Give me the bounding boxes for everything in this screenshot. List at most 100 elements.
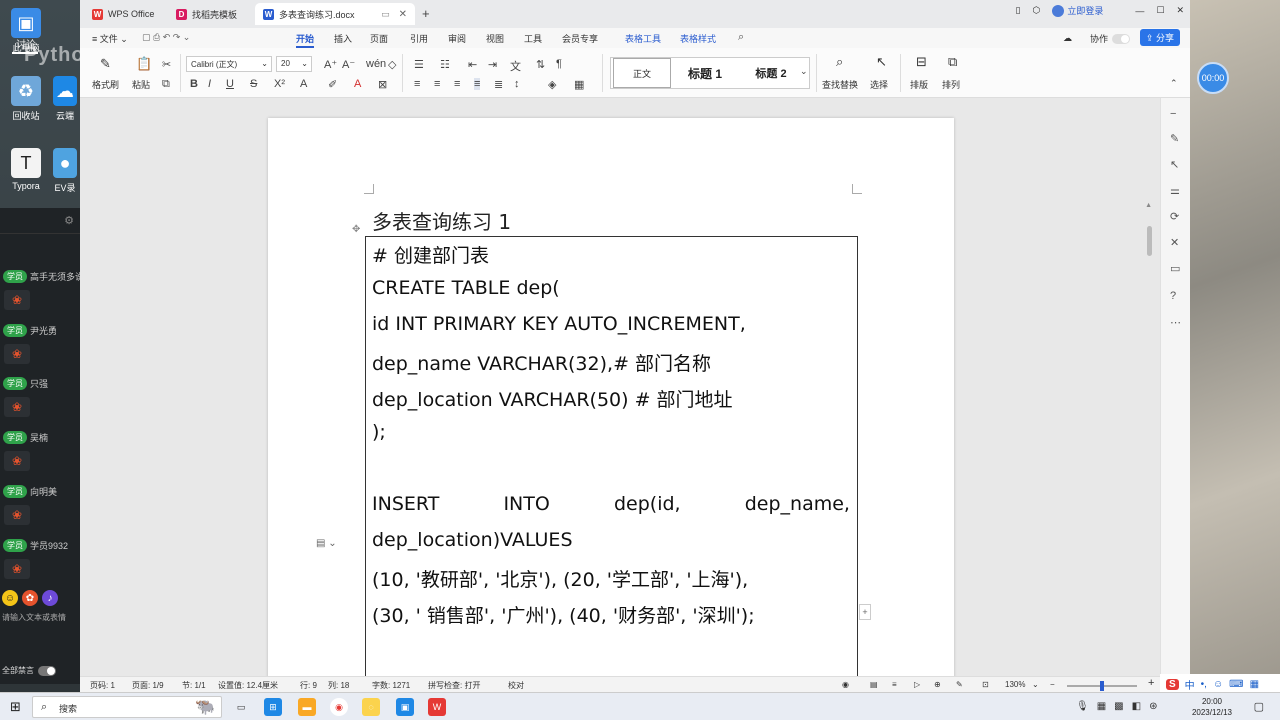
taskbar-search-input[interactable]: ⌕ 搜索 🐃	[32, 696, 222, 718]
zoom-in-icon[interactable]: +	[1148, 677, 1154, 689]
recording-timer[interactable]: 00:00	[1197, 62, 1229, 94]
mute-all-control[interactable]: 全部禁言	[2, 665, 56, 676]
wps-tray-icon[interactable]: ⊛	[1149, 701, 1157, 712]
ime-menu-icon[interactable]: ▦	[1250, 679, 1259, 690]
tools-icon[interactable]: ✕	[1170, 236, 1179, 249]
table-move-handle-icon[interactable]: ✥	[352, 224, 360, 235]
wifi-icon[interactable]: ◧	[1132, 701, 1141, 712]
cut-icon[interactable]: ✂	[162, 58, 171, 71]
font-name-select[interactable]: Calibri (正文) ⌄	[186, 56, 272, 72]
gallery-more-icon[interactable]: ⌄	[800, 66, 808, 77]
adjust-icon[interactable]: ⚌	[1170, 184, 1180, 197]
system-clock[interactable]: 20:00 2023/12/13	[1192, 696, 1232, 718]
punctuation-icon[interactable]: •,	[1201, 679, 1207, 690]
justify-icon[interactable]: ≡	[474, 78, 481, 90]
copy-icon[interactable]: ⧉	[162, 78, 170, 91]
collab-control[interactable]: ☁ 协作	[1063, 32, 1130, 45]
cursor-icon[interactable]: ↖	[1170, 158, 1179, 171]
format-painter-icon[interactable]: ✎	[100, 56, 111, 72]
superscript-icon[interactable]: X²	[274, 78, 285, 90]
remote-desktop-icon[interactable]: ▣	[396, 698, 414, 716]
strikethrough-icon[interactable]: S	[250, 78, 257, 90]
text-direction-icon[interactable]: 文	[510, 58, 521, 74]
zoom-slider-knob[interactable]	[1100, 681, 1104, 691]
arrange-icon[interactable]: ⧉	[948, 54, 957, 70]
menu-file[interactable]: ≡ 文件 ⌄	[92, 32, 128, 45]
collapse-ribbon-icon[interactable]: ⌃	[1170, 78, 1178, 89]
menu-page[interactable]: 页面	[370, 32, 388, 45]
format-painter-label[interactable]: 格式刷	[92, 78, 119, 91]
status-pages[interactable]: 页面: 1/9	[132, 680, 164, 691]
menu-table-style[interactable]: 表格样式	[680, 32, 716, 45]
status-section[interactable]: 节: 1/1	[182, 680, 206, 691]
keyboard-icon[interactable]: ⌨	[1229, 679, 1243, 690]
status-col[interactable]: 列: 18	[328, 680, 349, 691]
vertical-scrollbar-thumb[interactable]	[1147, 226, 1152, 256]
share-button[interactable]: ⇪ 分享	[1139, 29, 1180, 46]
chat-tab-discussion[interactable]: 讨论	[16, 36, 36, 51]
mute-all-toggle[interactable]	[38, 665, 56, 676]
notification-icon[interactable]: ▢	[1254, 700, 1264, 713]
desktop-icon-typora[interactable]: T Typora	[4, 148, 48, 191]
style-normal[interactable]: 正文	[613, 58, 671, 88]
shading-icon[interactable]: ◈	[548, 78, 556, 91]
find-icon[interactable]: ⌕	[836, 54, 843, 70]
pinyin-icon[interactable]: wén	[366, 58, 386, 70]
bullet-list-icon[interactable]: ☰	[414, 58, 424, 71]
status-row[interactable]: 行: 9	[300, 680, 317, 691]
web-view-icon[interactable]: ⊕	[934, 680, 941, 689]
menu-insert[interactable]: 插入	[334, 32, 352, 45]
font-color-icon[interactable]: A	[354, 78, 361, 90]
scroll-up-icon[interactable]: ▲	[1145, 202, 1152, 209]
eye-protect-icon[interactable]: ◉	[842, 680, 849, 689]
emoji-icon[interactable]: ☺	[2, 590, 18, 606]
sort-icon[interactable]: ⇅	[536, 58, 545, 71]
music-icon[interactable]: ♪	[42, 590, 58, 606]
zoom-out-icon[interactable]: −	[1050, 680, 1055, 689]
border-icon[interactable]: ▦	[574, 78, 584, 91]
windows-icon[interactable]: ⊞	[264, 698, 282, 716]
ime-lang[interactable]: 中	[1185, 677, 1195, 692]
clear-format-icon[interactable]: ◇	[388, 58, 396, 71]
grow-font-icon[interactable]: A⁺	[324, 58, 337, 71]
fit-icon[interactable]: ⊡	[982, 680, 989, 689]
distribute-icon[interactable]: ≣	[494, 78, 503, 91]
status-proof[interactable]: 校对	[508, 680, 524, 691]
mic-icon[interactable]: 🎙	[1076, 701, 1089, 712]
menu-review[interactable]: 审阅	[448, 32, 466, 45]
style-heading-1[interactable]: 标题 1	[671, 58, 739, 88]
translate-icon[interactable]: ⟳	[1170, 210, 1179, 223]
font-effect-icon[interactable]: A	[300, 78, 307, 90]
collab-toggle[interactable]	[1112, 33, 1130, 44]
layout-icon[interactable]: ▯	[1016, 5, 1021, 16]
desktop-icon-cloud[interactable]: ☁ 云端	[50, 76, 80, 122]
select-cursor-icon[interactable]: ↖	[876, 54, 887, 70]
menu-references[interactable]: 引用	[410, 32, 428, 45]
new-tab-button[interactable]: +	[422, 6, 430, 21]
chrome-icon[interactable]: ◉	[330, 698, 348, 716]
char-shading-icon[interactable]: ⊠	[378, 78, 387, 91]
paragraph-menu-icon[interactable]: ▤ ⌄	[316, 538, 337, 549]
bold-icon[interactable]: B	[190, 78, 198, 90]
status-words[interactable]: 字数: 1271	[372, 680, 410, 691]
emoji-picker-icon[interactable]: ☺	[1213, 679, 1223, 690]
tab-screen-icon[interactable]: ▭	[381, 9, 390, 20]
help-icon[interactable]: ?	[1170, 290, 1176, 302]
sogou-icon[interactable]: S	[1166, 678, 1179, 690]
search-icon[interactable]: ⌕	[738, 31, 744, 44]
menu-tools[interactable]: 工具	[524, 32, 542, 45]
maximize-icon[interactable]: ☐	[1156, 5, 1164, 16]
menu-view[interactable]: 视图	[486, 32, 504, 45]
close-icon[interactable]: ✕	[399, 9, 407, 20]
skin-icon[interactable]: ⬡	[1033, 5, 1041, 16]
qq-browser-icon[interactable]: ◌	[362, 698, 380, 716]
document-title[interactable]: 多表查询练习 1	[372, 206, 511, 235]
status-setting[interactable]: 设置值: 12.4厘米	[218, 680, 278, 691]
font-size-select[interactable]: 20 ⌄	[276, 56, 312, 72]
underline-icon[interactable]: U	[226, 78, 234, 90]
tray-app-icon[interactable]: ▩	[1114, 701, 1123, 712]
task-view-icon[interactable]: ▭	[232, 698, 250, 716]
chat-input[interactable]: 请输入文本或表情	[2, 612, 66, 623]
gift-icon[interactable]: ✿	[22, 590, 38, 606]
login-button[interactable]: 立即登录	[1052, 4, 1103, 17]
